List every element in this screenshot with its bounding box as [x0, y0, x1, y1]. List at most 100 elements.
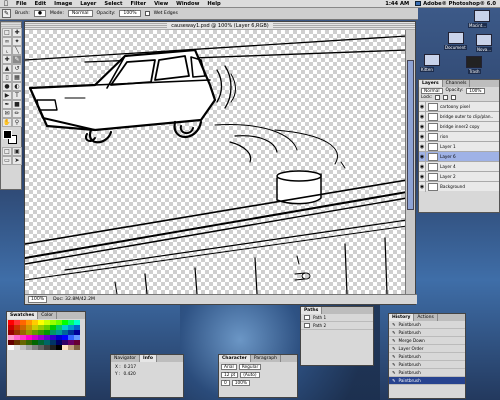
tab-paragraph[interactable]: Paragraph: [251, 355, 281, 362]
kitten-image-icon[interactable]: [424, 54, 440, 66]
path-select-tool-icon[interactable]: ▶: [2, 91, 12, 100]
marquee-tool-icon[interactable]: □: [2, 28, 12, 37]
leading-field[interactable]: (Auto): [240, 372, 260, 378]
tab-actions[interactable]: Actions: [414, 314, 438, 321]
menu-image[interactable]: Image: [50, 1, 76, 7]
quick-mask-mode-icon[interactable]: ▣: [12, 147, 22, 156]
eye-icon[interactable]: ◉: [419, 161, 426, 172]
stamp-tool-icon[interactable]: ▲: [2, 64, 12, 73]
menu-clock[interactable]: 1:44 AM: [385, 1, 409, 7]
eyedropper-tool-icon[interactable]: ✏: [12, 109, 22, 118]
font-family-select[interactable]: Arial: [221, 364, 237, 370]
menu-file[interactable]: File: [12, 1, 31, 7]
wet-edges-checkbox[interactable]: [144, 11, 150, 16]
brush-picker[interactable]: ●: [33, 10, 46, 17]
layer-row[interactable]: ◉ Layer 6: [419, 151, 499, 162]
scrollbar-thumb[interactable]: [407, 60, 414, 210]
history-step[interactable]: ✎ Paintbrush: [389, 369, 465, 377]
tab-history[interactable]: History: [389, 314, 415, 321]
jump-to-imageready-icon[interactable]: ➤: [12, 156, 22, 165]
layer-row[interactable]: ◉ Layer 2: [419, 171, 499, 182]
color-swatch[interactable]: [74, 345, 80, 350]
magic-wand-tool-icon[interactable]: ✦: [12, 37, 22, 46]
tracking-field[interactable]: 0: [221, 380, 230, 386]
standard-mode-icon[interactable]: □: [2, 147, 12, 156]
move-tool-icon[interactable]: ✚: [12, 28, 22, 37]
tab-layers[interactable]: Layers: [419, 80, 443, 87]
tab-color[interactable]: Color: [38, 312, 57, 319]
hand-tool-icon[interactable]: ✋: [2, 118, 12, 127]
crop-tool-icon[interactable]: ⌞: [2, 46, 12, 55]
slice-tool-icon[interactable]: ╲: [12, 46, 22, 55]
hard-drive-icon[interactable]: [474, 10, 490, 22]
eye-icon[interactable]: ◉: [419, 111, 426, 122]
menu-filter[interactable]: Filter: [126, 1, 150, 7]
zoom-level-field[interactable]: 100%: [28, 296, 48, 303]
layer-row[interactable]: ◉ rion: [419, 131, 499, 142]
history-step[interactable]: ✎ Layer Order: [389, 345, 465, 353]
menu-view[interactable]: View: [150, 1, 172, 7]
menu-layer[interactable]: Layer: [76, 1, 100, 7]
paintbrush-tool-icon[interactable]: ✎: [12, 55, 22, 64]
layer-row[interactable]: ◉ bridge outer to clip/plan..: [419, 111, 499, 122]
lasso-tool-icon[interactable]: ∞: [2, 37, 12, 46]
document-size-info[interactable]: Doc: 32.8M/42.2M: [53, 297, 95, 302]
history-step[interactable]: ✎ Paintbrush: [389, 377, 465, 385]
opacity-field[interactable]: 100%: [119, 10, 141, 17]
eye-icon[interactable]: ◉: [419, 181, 426, 192]
tab-info[interactable]: Info: [140, 355, 157, 362]
notes-tool-icon[interactable]: ✉: [2, 109, 12, 118]
menu-window[interactable]: Window: [172, 1, 203, 7]
blend-mode-select[interactable]: Normal: [421, 87, 443, 94]
apple-menu-icon[interactable]: : [0, 0, 12, 7]
history-step[interactable]: ✎ Paintbrush: [389, 353, 465, 361]
lock-image-checkbox[interactable]: [443, 95, 449, 100]
lock-position-checkbox[interactable]: [451, 95, 457, 100]
tab-character[interactable]: Character: [219, 355, 251, 362]
document-titlebar[interactable]: causeway1.psd @ 100% (Layer 6,RGB): [25, 22, 415, 30]
tab-navigator[interactable]: Navigator: [111, 355, 141, 362]
mode-select[interactable]: Normal: [67, 10, 93, 17]
trash-icon[interactable]: [466, 56, 482, 68]
layer-row[interactable]: ◉ Background: [419, 181, 499, 192]
tab-channels[interactable]: Channels: [443, 80, 471, 87]
pen-tool-icon[interactable]: ✒: [2, 100, 12, 109]
path-row[interactable]: Path 1: [301, 314, 373, 322]
dodge-tool-icon[interactable]: ◐: [12, 82, 22, 91]
eye-icon[interactable]: ◉: [419, 141, 426, 152]
screen-mode-icon[interactable]: ▭: [2, 156, 12, 165]
image-canvas[interactable]: [25, 30, 407, 294]
tab-swatches[interactable]: Swatches: [7, 312, 39, 319]
gradient-tool-icon[interactable]: ▦: [12, 73, 22, 82]
foreground-color-swatch[interactable]: [3, 130, 12, 139]
menu-edit[interactable]: Edit: [31, 1, 51, 7]
layer-row[interactable]: ◉ Layer 4: [419, 161, 499, 172]
path-row[interactable]: Path 2: [301, 322, 373, 330]
tab-paths[interactable]: Paths: [301, 307, 323, 314]
app-switcher[interactable]: Adobe® Photoshop® 6.0: [415, 1, 496, 7]
healing-tool-icon[interactable]: ✚: [2, 55, 12, 64]
history-step[interactable]: ✎ Merge Down: [389, 337, 465, 345]
layer-opacity-field[interactable]: 100%: [466, 87, 485, 94]
eye-icon[interactable]: ◉: [419, 101, 426, 112]
shape-tool-icon[interactable]: ■: [12, 100, 22, 109]
document-icon[interactable]: [448, 32, 464, 44]
eye-icon[interactable]: ◉: [419, 151, 426, 162]
blur-tool-icon[interactable]: ●: [2, 82, 12, 91]
lock-transparency-checkbox[interactable]: [435, 95, 441, 100]
layer-row[interactable]: ◉ Layer 1: [419, 141, 499, 152]
history-step[interactable]: ✎ Paintbrush: [389, 321, 465, 329]
font-style-select[interactable]: Regular: [238, 364, 262, 370]
history-brush-tool-icon[interactable]: ↺: [12, 64, 22, 73]
zoom-tool-icon[interactable]: ⚲: [12, 118, 22, 127]
brush-tool-preset-icon[interactable]: ✎: [2, 9, 11, 18]
layer-row[interactable]: ◉ cartoony pixel: [419, 101, 499, 112]
font-size-field[interactable]: 12 pt: [221, 372, 239, 378]
type-tool-icon[interactable]: T: [12, 91, 22, 100]
vertical-scrollbar[interactable]: [405, 30, 415, 294]
menu-help[interactable]: Help: [203, 1, 224, 7]
history-step[interactable]: ✎ Paintbrush: [389, 361, 465, 369]
history-step[interactable]: ✎ Paintbrush: [389, 329, 465, 337]
eye-icon[interactable]: ◉: [419, 121, 426, 132]
menu-select[interactable]: Select: [100, 1, 126, 7]
